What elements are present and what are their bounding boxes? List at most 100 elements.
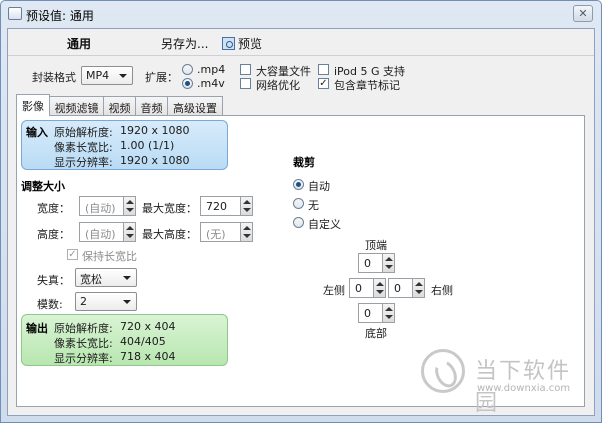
- max-height-spin-buttons[interactable]: [240, 222, 253, 242]
- ipod-support-checkbox[interactable]: [318, 64, 329, 75]
- crop-bottom-stepper[interactable]: 0: [358, 303, 395, 323]
- anamorphic-select[interactable]: 宽松: [75, 268, 137, 287]
- source-resolution-label: 原始解析度:: [54, 126, 113, 139]
- crop-bottom-spin-buttons[interactable]: [382, 303, 395, 323]
- chevron-down-icon: [123, 300, 131, 304]
- preview-button[interactable]: 预览: [222, 35, 262, 52]
- crop-bottom-label: 底部: [365, 327, 387, 340]
- crop-auto-label: 自动: [308, 180, 330, 193]
- ext-mp4-label: .mp4: [197, 63, 226, 76]
- crop-bottom-value: 0: [364, 307, 371, 320]
- width-stepper[interactable]: (自动): [79, 196, 136, 216]
- chevron-down-icon: [123, 276, 131, 280]
- web-optimize-checkbox[interactable]: [240, 78, 251, 89]
- window-title: 预设值: 通用: [26, 9, 94, 23]
- width-value: (自动): [85, 202, 116, 215]
- tab-audio[interactable]: 音频: [135, 96, 168, 115]
- width-spin-buttons[interactable]: [123, 196, 136, 216]
- modulus-value: 2: [80, 295, 87, 308]
- height-value: (自动): [85, 228, 116, 241]
- max-height-stepper[interactable]: (无): [200, 222, 253, 242]
- chapter-markers-label: 包含章节标记: [334, 79, 400, 92]
- crop-right-stepper[interactable]: 0: [388, 278, 425, 298]
- container-format-label: 封装格式: [32, 71, 76, 84]
- height-stepper[interactable]: (自动): [79, 222, 136, 242]
- large-file-checkbox[interactable]: [240, 64, 251, 75]
- preview-label: 预览: [238, 37, 263, 51]
- output-resolution-value: 720 x 404: [120, 320, 176, 333]
- title-bar[interactable]: 预设值: 通用 ✕: [1, 1, 601, 27]
- source-par-label: 像素长宽比:: [54, 141, 113, 154]
- max-width-label: 最大宽度：: [142, 202, 197, 215]
- ext-m4v-radio[interactable]: [182, 78, 193, 89]
- crop-top-value: 0: [364, 257, 371, 270]
- max-width-spin-buttons[interactable]: [240, 196, 253, 216]
- source-display-value: 1920 x 1080: [120, 154, 190, 167]
- web-optimize-label: 网络优化: [256, 79, 300, 92]
- crop-none-radio[interactable]: [293, 198, 304, 209]
- output-resolution-label: 原始解析度:: [54, 322, 113, 335]
- crop-auto-radio[interactable]: [293, 179, 304, 190]
- anamorphic-label: 失真：: [37, 274, 70, 287]
- watermark-logo-icon: [421, 349, 465, 393]
- watermark: 当下软件园 www.downxia.com: [421, 349, 591, 416]
- width-label: 宽度：: [37, 202, 70, 215]
- resize-heading: 调整大小: [21, 180, 65, 193]
- crop-right-label: 右侧: [431, 284, 453, 297]
- chapter-markers-checkbox[interactable]: ✓: [318, 78, 329, 89]
- crop-heading: 裁剪: [293, 156, 315, 169]
- crop-top-spin-buttons[interactable]: [382, 253, 395, 273]
- output-display-value: 718 x 404: [120, 350, 176, 363]
- crop-top-stepper[interactable]: 0: [358, 253, 395, 273]
- save-as-button[interactable]: 另存为...: [161, 35, 208, 52]
- container-format-select[interactable]: MP4: [81, 66, 133, 85]
- tab-video-filters[interactable]: 视频滤镜: [49, 96, 104, 115]
- crop-custom-radio[interactable]: [293, 217, 304, 228]
- ext-m4v-label: .m4v: [197, 77, 225, 90]
- ext-mp4-radio[interactable]: [182, 64, 193, 75]
- crop-right-value: 0: [394, 282, 401, 295]
- window-icon: [8, 7, 22, 20]
- general-button[interactable]: 通用: [67, 35, 91, 52]
- modulus-label: 模数:: [37, 298, 63, 311]
- output-par-label: 像素长宽比:: [54, 337, 113, 350]
- source-par-value: 1.00 (1/1): [120, 139, 175, 152]
- container-format-value: MP4: [86, 69, 110, 82]
- crop-left-label: 左侧: [323, 284, 345, 297]
- tab-video[interactable]: 视频: [103, 96, 136, 115]
- preview-icon: [222, 37, 235, 50]
- source-heading: 输入: [26, 126, 48, 139]
- crop-left-spin-buttons[interactable]: [373, 278, 386, 298]
- crop-none-label: 无: [308, 199, 319, 212]
- chevron-down-icon: [119, 74, 127, 78]
- source-display-label: 显示分辨率:: [54, 156, 113, 169]
- keep-aspect-label: 保持长宽比: [82, 250, 137, 263]
- height-label: 高度：: [37, 228, 70, 241]
- output-par-value: 404/405: [120, 335, 166, 348]
- output-display-label: 显示分辨率:: [54, 352, 113, 365]
- max-height-value: (无): [206, 228, 226, 241]
- crop-left-value: 0: [355, 282, 362, 295]
- crop-right-spin-buttons[interactable]: [412, 278, 425, 298]
- tab-advanced[interactable]: 高级设置: [167, 96, 223, 115]
- close-icon: ✕: [578, 7, 588, 20]
- max-height-label: 最大高度：: [142, 228, 197, 241]
- source-info-box: 输入 原始解析度: 1920 x 1080 像素长宽比: 1.00 (1/1) …: [21, 120, 228, 170]
- crop-left-stepper[interactable]: 0: [349, 278, 386, 298]
- keep-aspect-checkbox[interactable]: ✓: [67, 249, 78, 260]
- output-info-box: 输出 原始解析度: 720 x 404 像素长宽比: 404/405 显示分辨率…: [21, 314, 228, 366]
- preset-window: 预设值: 通用 ✕ 通用 另存为... 预览 封装格式 MP4 扩展： .mp4…: [0, 0, 602, 423]
- source-resolution-value: 1920 x 1080: [120, 124, 190, 137]
- toolbar: 通用 另存为... 预览: [8, 29, 594, 56]
- tab-picture[interactable]: 影像: [16, 94, 50, 116]
- height-spin-buttons[interactable]: [123, 222, 136, 242]
- max-width-stepper[interactable]: 720: [200, 196, 253, 216]
- crop-top-label: 顶端: [365, 239, 387, 252]
- close-button[interactable]: ✕: [573, 5, 593, 22]
- modulus-select[interactable]: 2: [75, 292, 137, 311]
- extension-label: 扩展：: [145, 71, 178, 84]
- output-heading: 输出: [26, 322, 48, 335]
- crop-custom-label: 自定义: [308, 218, 341, 231]
- max-width-value: 720: [206, 200, 227, 213]
- anamorphic-value: 宽松: [80, 273, 102, 286]
